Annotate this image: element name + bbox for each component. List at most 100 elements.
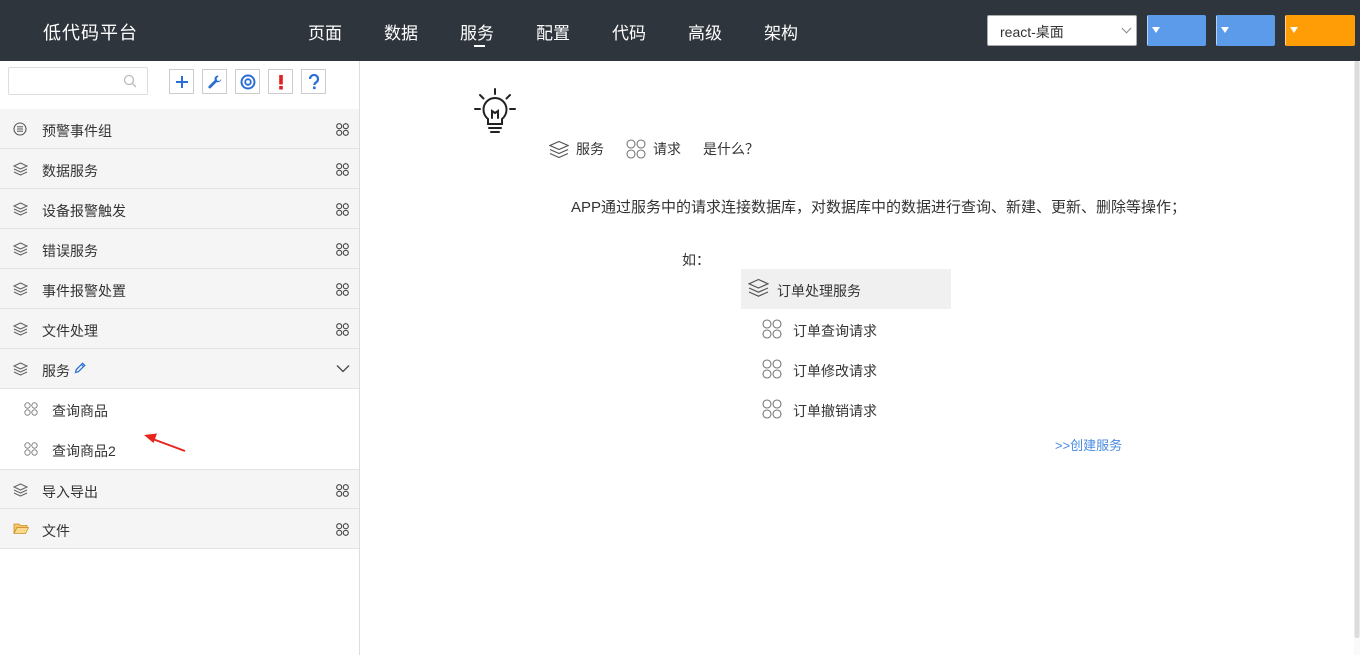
tree-group-label: 文件处理 xyxy=(42,323,98,339)
layers-icon xyxy=(549,140,569,158)
legend-request-label: 请求 xyxy=(653,141,681,157)
tree-group-alert-events[interactable]: 预警事件组 xyxy=(0,109,359,149)
tree-group-label: 文件 xyxy=(42,523,70,539)
layers-icon xyxy=(13,282,28,296)
example-request-item: 订单查询请求 xyxy=(741,309,951,349)
save-button-group: 保存 xyxy=(1147,15,1206,46)
example-service-item: 订单处理服务 xyxy=(741,269,951,309)
request-icon xyxy=(626,139,646,159)
preview-button-group: 预览 xyxy=(1216,15,1275,46)
grid-menu-icon[interactable] xyxy=(336,484,349,497)
grid-menu-icon[interactable] xyxy=(336,203,349,216)
pencil-icon[interactable] xyxy=(74,362,86,374)
main-content: 服务 请求 是什么？ APP通过服务中的请求连接数据库，对数据库中的数据进行查询… xyxy=(361,61,1360,655)
example-request-label: 订单撤销请求 xyxy=(793,403,877,419)
grid-menu-icon[interactable] xyxy=(336,523,349,536)
environment-select[interactable]: react-桌面 xyxy=(987,15,1137,46)
settings-button[interactable] xyxy=(202,69,227,94)
tree-group-label: 导入导出 xyxy=(42,484,98,500)
example-service-label: 订单处理服务 xyxy=(777,283,861,299)
plus-icon xyxy=(175,75,188,88)
layers-icon xyxy=(13,322,28,336)
sidebar-search xyxy=(8,67,148,95)
tree-group-label: 预警事件组 xyxy=(42,123,112,139)
top-bar: 低代码平台 页面 数据 服务 配置 代码 高级 架构 react-桌面 保存 预… xyxy=(0,0,1360,61)
sidebar: 预警事件组 数据服务 设备报警触发 错误服务 事件报警处置 文件处理 服务 查询… xyxy=(0,61,360,655)
save-dropdown-caret-icon[interactable] xyxy=(1147,15,1164,46)
nav-item-data[interactable]: 数据 xyxy=(384,0,460,61)
wrench-icon xyxy=(207,75,221,88)
request-icon xyxy=(762,359,782,379)
search-icon xyxy=(123,74,137,88)
grid-menu-icon[interactable] xyxy=(336,163,349,176)
request-icon xyxy=(762,399,782,419)
publish-button-group: 发布 xyxy=(1285,15,1355,46)
tree-group-data-service[interactable]: 数据服务 xyxy=(0,149,359,189)
lightbulb-icon xyxy=(474,88,516,133)
legend: 服务 请求 是什么？ xyxy=(549,139,781,159)
nav-item-advanced[interactable]: 高级 xyxy=(688,0,764,61)
help-button[interactable] xyxy=(301,69,326,94)
warning-button[interactable] xyxy=(268,69,293,94)
service-tree: 预警事件组 数据服务 设备报警触发 错误服务 事件报警处置 文件处理 服务 查询… xyxy=(0,109,359,549)
tree-group-label: 服务 xyxy=(42,363,70,379)
example-request-item: 订单撤销请求 xyxy=(741,389,951,429)
tree-group-event-alarm[interactable]: 事件报警处置 xyxy=(0,269,359,309)
brand-title: 低代码平台 xyxy=(43,23,138,43)
red-arrow-annotation-icon xyxy=(144,433,186,452)
tree-group-label: 错误服务 xyxy=(42,243,98,259)
grid-menu-icon[interactable] xyxy=(336,243,349,256)
scrollbar[interactable] xyxy=(1354,61,1360,655)
legend-service-label: 服务 xyxy=(576,141,604,157)
nav-item-code[interactable]: 代码 xyxy=(612,0,688,61)
nav-item-page[interactable]: 页面 xyxy=(308,0,384,61)
nav-item-config[interactable]: 配置 xyxy=(536,0,612,61)
question-icon xyxy=(308,73,319,89)
service-description: APP通过服务中的请求连接数据库，对数据库中的数据进行查询、新建、更新、删除等操… xyxy=(571,199,1187,216)
legend-question-label: 是什么？ xyxy=(703,141,759,157)
nav-item-architecture[interactable]: 架构 xyxy=(764,0,840,61)
grid-menu-icon[interactable] xyxy=(336,323,349,336)
tree-group-device-alarm[interactable]: 设备报警触发 xyxy=(0,189,359,229)
request-icon xyxy=(24,402,38,416)
tree-group-label: 事件报警处置 xyxy=(42,283,126,299)
publish-dropdown-caret-icon[interactable] xyxy=(1285,15,1302,46)
example-label: 如： xyxy=(682,252,710,268)
tree-group-file-processing[interactable]: 文件处理 xyxy=(0,309,359,349)
add-button[interactable] xyxy=(169,69,194,94)
folder-icon xyxy=(13,523,29,534)
nav-item-service[interactable]: 服务 xyxy=(460,0,536,61)
tree-group-files[interactable]: 文件 xyxy=(0,509,359,549)
grid-menu-icon[interactable] xyxy=(336,283,349,296)
target-button[interactable] xyxy=(235,69,260,94)
layers-icon xyxy=(13,162,28,176)
request-icon xyxy=(762,319,782,339)
tree-group-service[interactable]: 服务 xyxy=(0,349,359,389)
tree-group-import-export[interactable]: 导入导出 xyxy=(0,469,359,509)
tree-child-label: 查询商品2 xyxy=(52,443,116,459)
layers-icon xyxy=(13,242,28,256)
preview-dropdown-caret-icon[interactable] xyxy=(1216,15,1233,46)
target-icon xyxy=(240,74,255,89)
search-input[interactable] xyxy=(9,68,119,94)
grid-menu-icon[interactable] xyxy=(336,123,349,136)
layers-icon xyxy=(13,483,28,497)
chevron-down-icon[interactable] xyxy=(336,364,350,373)
example-request-label: 订单查询请求 xyxy=(793,323,877,339)
chevron-down-icon xyxy=(1121,23,1132,34)
tree-group-label: 数据服务 xyxy=(42,163,98,179)
layers-icon xyxy=(13,362,28,376)
tree-child-label: 查询商品 xyxy=(52,403,108,419)
environment-select-value: react-桌面 xyxy=(1000,24,1064,40)
layers-icon xyxy=(13,202,28,216)
tree-group-error-service[interactable]: 错误服务 xyxy=(0,229,359,269)
create-service-link[interactable]: >>创建服务 xyxy=(1055,435,1122,454)
list-circle-icon xyxy=(13,122,27,136)
request-icon xyxy=(24,442,38,456)
exclamation-icon xyxy=(278,74,283,89)
main-nav: 页面 数据 服务 配置 代码 高级 架构 xyxy=(308,0,840,61)
example-request-label: 订单修改请求 xyxy=(793,363,877,379)
layers-icon xyxy=(748,278,769,297)
tree-child-query-product[interactable]: 查询商品 xyxy=(0,389,359,429)
example-request-item: 订单修改请求 xyxy=(741,349,951,389)
